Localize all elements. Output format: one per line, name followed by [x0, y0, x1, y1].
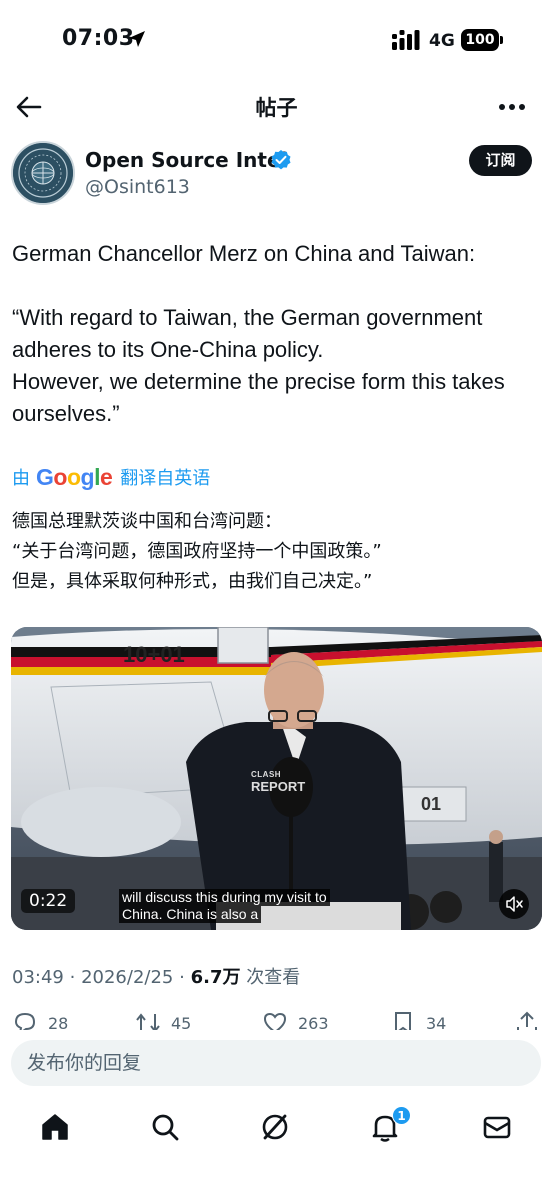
reply-icon — [14, 1012, 36, 1032]
reply-count: 28 — [48, 1014, 69, 1032]
translate-by-label: 由 — [12, 468, 30, 489]
video-duration: 0:22 — [21, 889, 76, 913]
tweet-date: 2026/2/25 — [81, 967, 174, 988]
tweet-meta: 03:49 · 2026/2/25 · 6.7万 次查看 — [12, 963, 300, 989]
video-watermark: CLASH REPORT — [251, 769, 305, 793]
battery-tip — [500, 36, 503, 44]
network-type: 4G — [429, 31, 455, 51]
meta-separator: · — [69, 967, 76, 988]
share-action[interactable] — [514, 1010, 550, 1032]
reply-action[interactable]: 28 — [12, 1010, 68, 1032]
battery-icon: 100 — [461, 29, 503, 51]
bookmark-action[interactable]: 34 — [390, 1010, 446, 1032]
share-icon — [517, 1011, 537, 1032]
messages-icon[interactable] — [480, 1110, 514, 1144]
repost-icon — [136, 1013, 160, 1032]
reply-input[interactable]: 发布你的回复 — [11, 1040, 541, 1086]
tweet-time: 03:49 — [12, 967, 64, 988]
repost-action[interactable]: 45 — [135, 1010, 191, 1032]
notifications-badge: 1 — [392, 1106, 411, 1125]
tweet-text: German Chancellor Merz on China and Taiw… — [12, 241, 505, 426]
avatar[interactable] — [11, 141, 75, 205]
like-action[interactable]: 263 — [262, 1010, 329, 1032]
google-logo: Google — [36, 463, 113, 490]
like-icon — [263, 1012, 287, 1032]
bookmark-count: 34 — [426, 1014, 447, 1032]
translation-attribution[interactable]: 由 Google 翻译自英语 — [12, 463, 210, 491]
repost-count: 45 — [171, 1014, 192, 1032]
translated-text: 德国总理默茨谈中国和台湾问题： “关于台湾问题，德国政府坚持一个中国政策。” 但… — [12, 511, 382, 592]
meta-separator: · — [179, 967, 185, 988]
bottom-tab-bar — [0, 1098, 553, 1200]
like-count: 263 — [298, 1014, 329, 1032]
search-icon[interactable] — [148, 1110, 182, 1144]
tweet-actions: 28 45 263 34 — [0, 1010, 553, 1032]
avatar-emblem-icon — [13, 143, 73, 203]
caption-line-2: China. China is also a — [119, 906, 262, 923]
video-player[interactable]: 10+01 01 CLASH REPORT 0:22 will discuss … — [11, 627, 542, 930]
status-bar: 07:03 4G 100 — [0, 0, 553, 80]
bookmark-icon — [395, 1012, 411, 1032]
subscribe-button[interactable]: 订阅 — [469, 145, 532, 176]
home-icon[interactable] — [38, 1110, 72, 1144]
author-name[interactable]: Open Source Intel — [85, 148, 287, 172]
grok-icon[interactable] — [258, 1110, 292, 1144]
more-options-icon[interactable] — [498, 94, 526, 120]
video-caption: will discuss this during my visit to Chi… — [119, 889, 330, 923]
view-count: 6.7万 — [190, 967, 241, 988]
views-label: 次查看 — [246, 967, 301, 988]
reply-bar: 发布你的回复 — [0, 1030, 553, 1098]
cellular-signal-icon — [392, 30, 420, 50]
gear-number: 01 — [421, 794, 441, 814]
watermark-line2: REPORT — [251, 779, 306, 794]
plane-number: 10+01 — [123, 642, 185, 667]
verified-badge-icon — [271, 150, 291, 170]
translate-label: 翻译自英语 — [120, 468, 211, 489]
mute-icon[interactable] — [499, 889, 529, 919]
top-nav: 帖子 — [0, 80, 553, 132]
battery-level: 100 — [461, 29, 499, 51]
author-handle[interactable]: @Osint613 — [85, 176, 190, 198]
status-time: 07:03 — [62, 26, 135, 51]
page-title: 帖子 — [255, 96, 298, 120]
caption-line-1: will discuss this during my visit to — [119, 889, 330, 906]
location-arrow-icon — [129, 31, 145, 47]
